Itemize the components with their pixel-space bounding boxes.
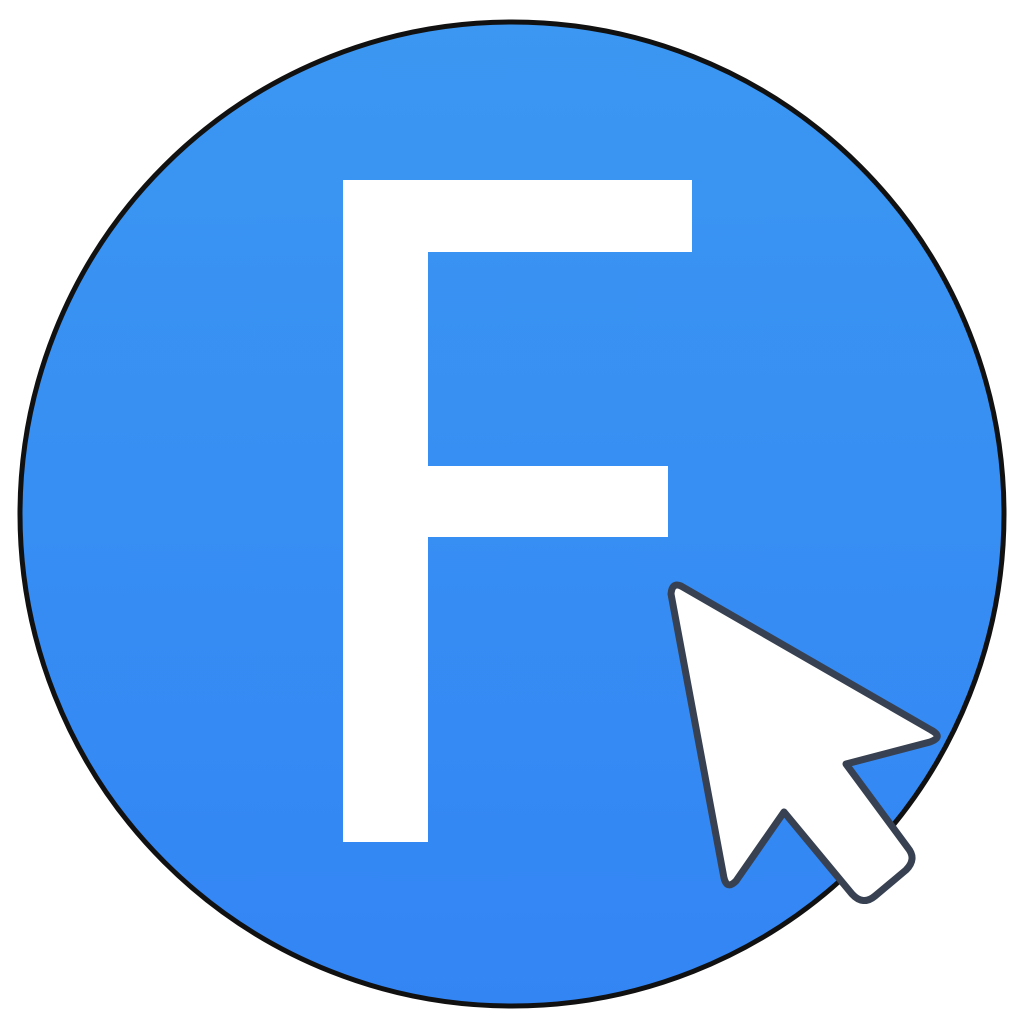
logo-graphic — [17, 19, 1007, 1009]
app-logo — [0, 0, 1024, 1024]
